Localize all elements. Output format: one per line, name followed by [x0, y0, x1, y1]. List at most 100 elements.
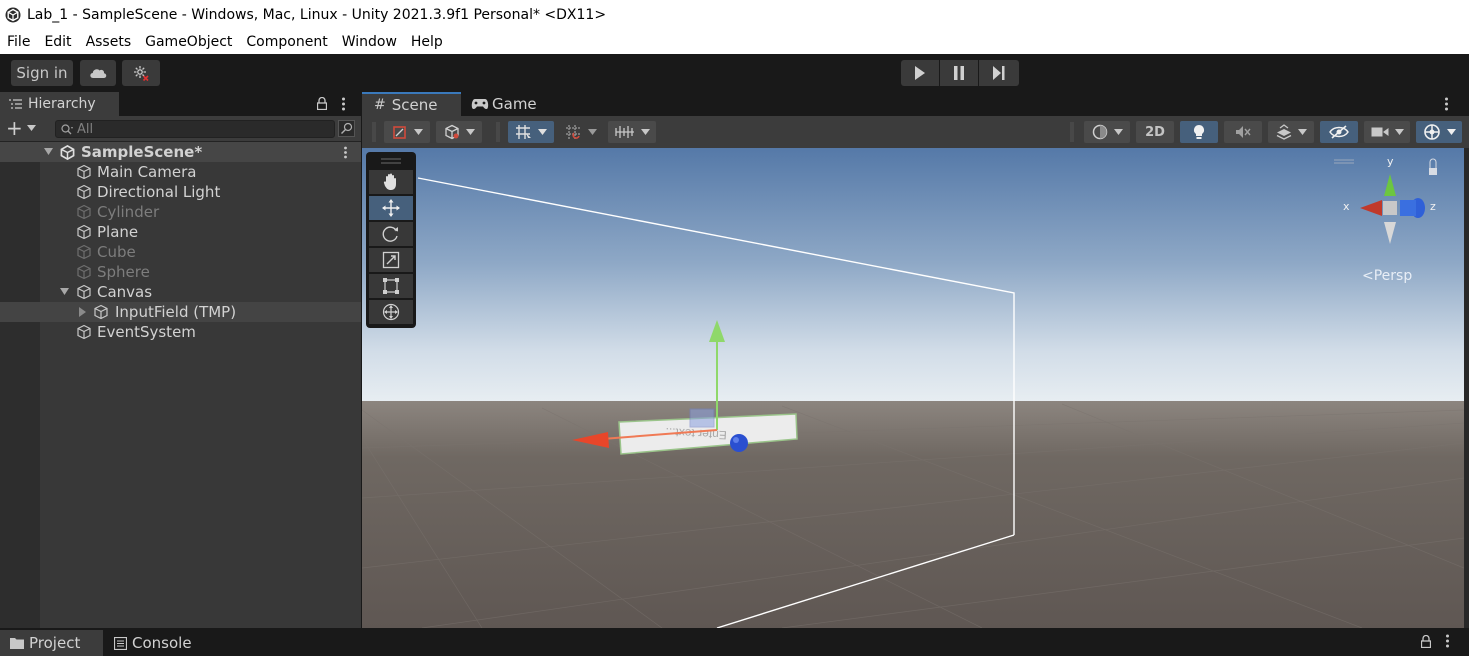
- gizmo-x-label: x: [1343, 200, 1350, 213]
- add-icon: +: [6, 116, 23, 140]
- shading-dropdown[interactable]: [436, 121, 482, 143]
- play-button[interactable]: [901, 60, 939, 86]
- kebab-menu-icon[interactable]: [341, 97, 346, 111]
- menu-file[interactable]: File: [0, 34, 37, 50]
- rotate-tool[interactable]: [369, 222, 413, 246]
- hierarchy-item-label: EventSystem: [97, 323, 196, 341]
- expand-arrow-icon[interactable]: [44, 148, 53, 156]
- window-title: Lab_1 - SampleScene - Windows, Mac, Linu…: [27, 7, 607, 23]
- increment-snap-dropdown[interactable]: [560, 121, 602, 143]
- cloud-button[interactable]: [80, 60, 116, 86]
- hierarchy-item-eventsystem[interactable]: EventSystem: [0, 322, 361, 342]
- menu-window[interactable]: Window: [335, 34, 404, 50]
- projection-toggle[interactable]: < Persp: [1362, 268, 1412, 284]
- search-placeholder: All: [77, 121, 94, 137]
- lock-icon[interactable]: [317, 97, 327, 110]
- hierarchy-tab-bar: Hierarchy: [0, 92, 361, 116]
- step-button[interactable]: [979, 60, 1019, 86]
- hierarchy-item-inputfield[interactable]: InputField (TMP): [0, 302, 361, 322]
- tab-console[interactable]: Console: [104, 630, 204, 656]
- chevron-down-icon: [1297, 129, 1307, 135]
- hierarchy-item-cylinder[interactable]: Cylinder: [0, 202, 361, 222]
- hierarchy-item-plane[interactable]: Plane: [0, 222, 361, 242]
- tab-hierarchy[interactable]: Hierarchy: [0, 92, 119, 116]
- scene-row[interactable]: SampleScene*: [0, 142, 361, 162]
- persp-chevron-icon: <: [1362, 268, 1374, 284]
- 2d-toggle-button[interactable]: 2D: [1136, 121, 1174, 143]
- tab-game[interactable]: Game: [462, 92, 542, 116]
- shaded-cube-icon: [444, 124, 459, 140]
- play-icon: [915, 66, 925, 80]
- gameobject-cube-icon: [77, 204, 91, 220]
- sign-in-button[interactable]: Sign in: [11, 60, 73, 86]
- search-options-icon[interactable]: [338, 120, 355, 137]
- pause-button[interactable]: [940, 60, 978, 86]
- hierarchy-item-main-camera[interactable]: Main Camera: [0, 162, 361, 182]
- kebab-menu-icon[interactable]: [1445, 634, 1450, 648]
- gameobject-cube-icon: [77, 324, 91, 340]
- gameobject-cube-icon: [77, 184, 91, 200]
- scene-kebab-menu-icon[interactable]: [1444, 97, 1449, 111]
- render-mode-dropdown[interactable]: [1084, 121, 1130, 143]
- scale-tool[interactable]: [369, 248, 413, 272]
- gameobject-cube-icon: [77, 284, 91, 300]
- grid-snap-icon: [516, 125, 531, 139]
- folder-icon: [10, 638, 24, 649]
- hierarchy-item-canvas[interactable]: Canvas: [0, 282, 361, 302]
- draw-mode-dropdown[interactable]: [384, 121, 430, 143]
- hierarchy-item-label: Sphere: [97, 263, 150, 281]
- z-axis-handle[interactable]: [730, 434, 748, 452]
- collab-button[interactable]: [122, 60, 160, 86]
- hierarchy-item-label: Main Camera: [97, 163, 197, 181]
- scene-viewport[interactable]: Enter text... y x z < Persp: [362, 148, 1464, 628]
- scene-name: SampleScene*: [81, 143, 203, 161]
- collapse-arrow-icon[interactable]: [79, 307, 87, 317]
- toolbar-grip-icon: [1070, 122, 1074, 142]
- grid-visibility-dropdown[interactable]: [608, 121, 656, 143]
- gizmos-dropdown[interactable]: [1416, 121, 1462, 143]
- audio-toggle[interactable]: [1224, 121, 1262, 143]
- camera-settings-dropdown[interactable]: [1364, 121, 1410, 143]
- neg-y-cone[interactable]: [1384, 222, 1396, 244]
- orientation-gizmo[interactable]: y x z < Persp: [1332, 155, 1456, 286]
- menu-gameobject[interactable]: GameObject: [138, 34, 239, 50]
- hierarchy-list-icon: [9, 99, 22, 109]
- rect-tool[interactable]: [369, 274, 413, 298]
- menu-edit[interactable]: Edit: [37, 34, 78, 50]
- toolbar-grip-icon: [372, 122, 376, 142]
- unity-logo-icon: [5, 7, 21, 23]
- search-icon: [61, 123, 73, 134]
- menu-assets[interactable]: Assets: [79, 34, 139, 50]
- grid-snapping-toggle[interactable]: [508, 121, 554, 143]
- hierarchy-item-sphere[interactable]: Sphere: [0, 262, 361, 282]
- gameobject-cube-icon: [94, 304, 108, 320]
- menu-help[interactable]: Help: [404, 34, 450, 50]
- transform-tool[interactable]: [369, 300, 413, 324]
- gameobject-cube-icon: [77, 224, 91, 240]
- move-tool[interactable]: [369, 196, 413, 220]
- hand-tool[interactable]: [369, 170, 413, 194]
- hierarchy-item-directional-light[interactable]: Directional Light: [0, 182, 361, 202]
- expand-arrow-icon[interactable]: [60, 288, 69, 296]
- menu-component[interactable]: Component: [239, 34, 334, 50]
- tab-project[interactable]: Project: [0, 630, 103, 656]
- hierarchy-item-label: InputField (TMP): [115, 303, 237, 321]
- add-object-button[interactable]: +: [6, 118, 36, 138]
- hierarchy-item-cube[interactable]: Cube: [0, 242, 361, 262]
- increment-snap-icon: [566, 125, 580, 139]
- lighting-toggle[interactable]: [1180, 121, 1218, 143]
- tab-scene[interactable]: # Scene: [362, 92, 461, 116]
- lock-icon[interactable]: [1421, 635, 1431, 648]
- hierarchy-search-input[interactable]: All: [55, 120, 335, 138]
- scene-kebab-icon[interactable]: [343, 146, 348, 159]
- bottom-tab-bar: Project Console: [0, 628, 1469, 656]
- skybox: [362, 148, 1464, 403]
- effects-dropdown[interactable]: [1268, 121, 1314, 143]
- hierarchy-item-label: Cube: [97, 243, 136, 261]
- x-cone[interactable]: [1360, 200, 1382, 216]
- move-plane-handle[interactable]: [689, 408, 715, 428]
- step-icon: [993, 66, 1005, 80]
- scene-visibility-toggle[interactable]: [1320, 121, 1358, 143]
- menu-bar: File Edit Assets GameObject Component Wi…: [0, 30, 1469, 54]
- y-cone[interactable]: [1384, 174, 1396, 196]
